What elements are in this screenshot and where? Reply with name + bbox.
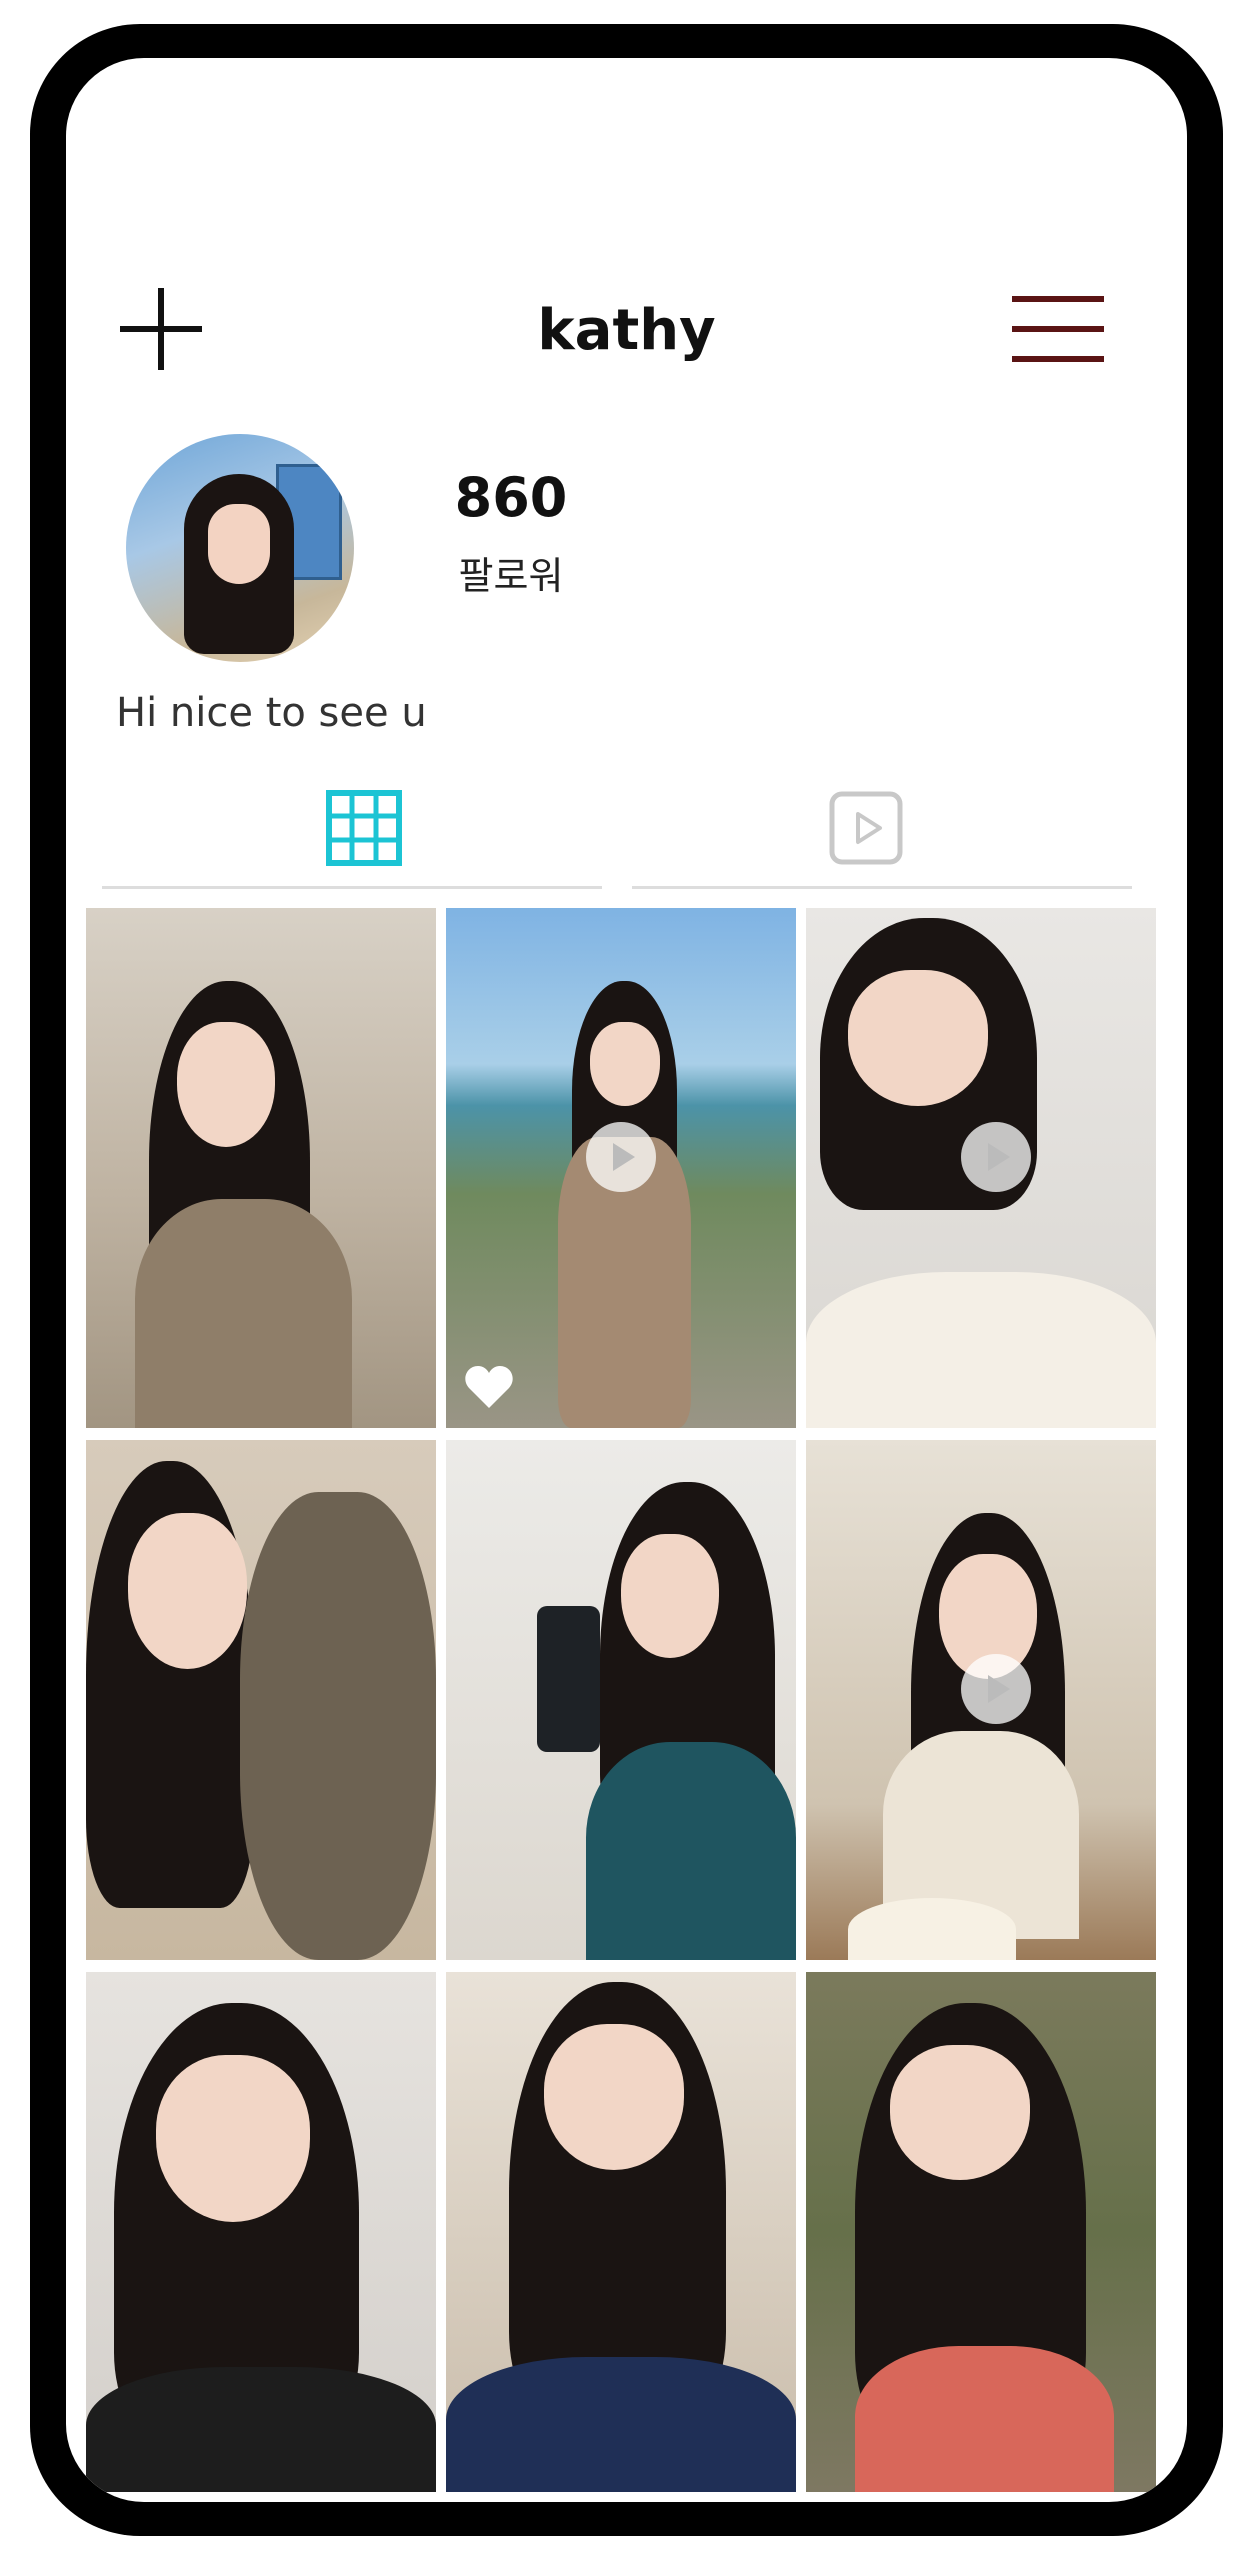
followers-stat[interactable]: 860 팔로워 [436,468,586,600]
tab-posts-grid[interactable] [102,778,602,889]
tab-reels[interactable] [632,778,1132,889]
play-icon [961,1654,1031,1724]
followers-label: 팔로워 [458,554,564,599]
hamburger-menu-icon[interactable] [1012,296,1104,362]
grid-post[interactable] [446,1440,796,1960]
phone-frame: kathy 860 팔로워 Hi nice to see u [30,24,1223,2536]
grid-post[interactable] [446,908,796,1428]
profile-bio: Hi nice to see u [116,690,427,736]
play-square-icon [829,791,903,865]
grid-post[interactable] [86,1440,436,1960]
play-icon [586,1122,656,1192]
heart-icon[interactable] [464,1364,514,1410]
grid-post[interactable] [446,1972,796,2492]
play-icon [961,1122,1031,1192]
grid-icon [326,790,402,866]
posts-grid [86,908,1166,2492]
avatar[interactable] [126,434,354,662]
grid-post[interactable] [806,1972,1156,2492]
profile-screen: kathy 860 팔로워 Hi nice to see u [66,58,1187,2502]
grid-post[interactable] [806,1440,1156,1960]
content-tabs [102,778,1152,889]
profile-header: kathy [66,58,1187,378]
grid-post[interactable] [806,908,1156,1428]
grid-post[interactable] [86,1972,436,2492]
followers-count: 860 [454,466,568,529]
grid-post[interactable] [86,908,436,1428]
